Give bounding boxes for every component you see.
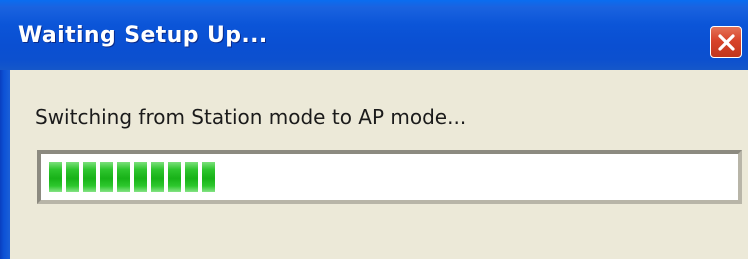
progress-bar-track (49, 162, 730, 192)
progress-segment (185, 162, 198, 192)
progress-segment (151, 162, 164, 192)
progress-segment (66, 162, 79, 192)
progress-segment (117, 162, 130, 192)
progress-segment (134, 162, 147, 192)
dialog-window: Waiting Setup Up... Switching from Stati… (0, 0, 748, 259)
progress-segment (49, 162, 62, 192)
progress-segment (168, 162, 181, 192)
close-x-icon (718, 34, 735, 51)
progress-segment (83, 162, 96, 192)
progress-segment (202, 162, 215, 192)
status-message: Switching from Station mode to AP mode..… (35, 105, 467, 129)
dialog-body: Switching from Station mode to AP mode..… (10, 70, 748, 259)
window-frame-left (0, 70, 10, 259)
dialog-title: Waiting Setup Up... (18, 23, 268, 48)
close-button[interactable] (710, 26, 742, 58)
title-bar[interactable]: Waiting Setup Up... (0, 0, 748, 70)
progress-segment (100, 162, 113, 192)
progress-bar (37, 150, 742, 204)
